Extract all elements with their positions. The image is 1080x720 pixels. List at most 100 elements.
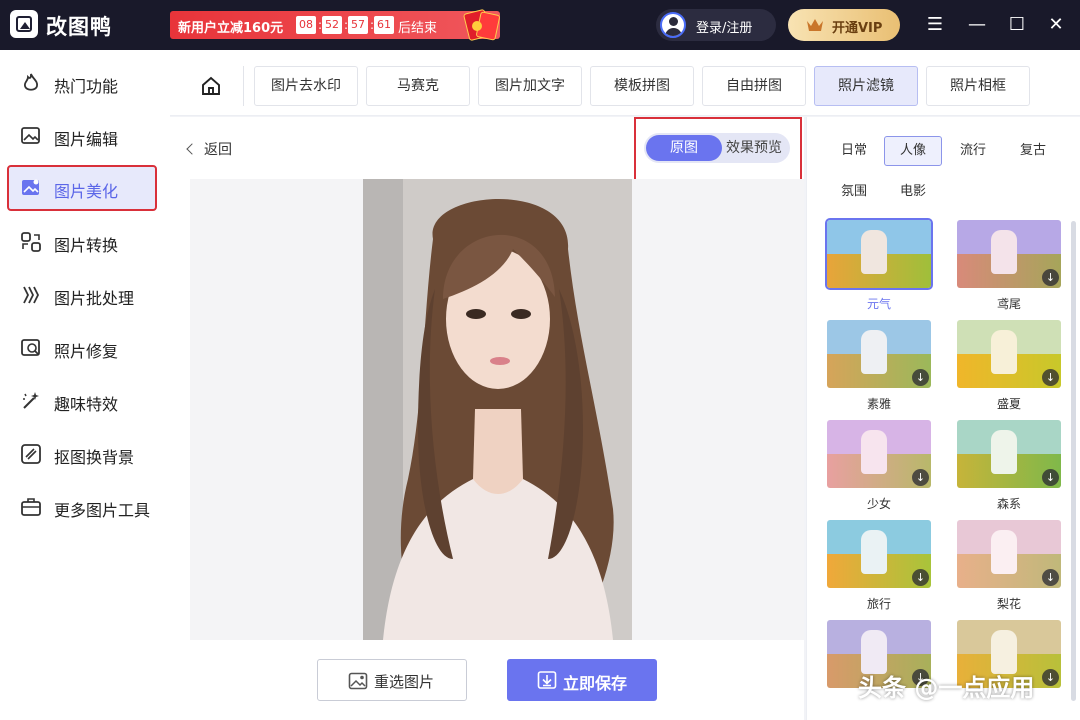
filter-category-film[interactable]: 电影	[884, 177, 942, 207]
sidebar-item-beautify[interactable]: 图片美化	[7, 165, 157, 211]
download-icon: ↓	[1042, 469, 1059, 486]
toolbox-icon	[21, 498, 41, 516]
cutout-icon	[21, 444, 41, 464]
filter-category-retro[interactable]: 复古	[1004, 136, 1062, 166]
sidebar-item-label: 照片修复	[54, 342, 119, 361]
home-button[interactable]	[186, 66, 244, 106]
filter-category-ambient[interactable]: 氛围	[825, 177, 883, 207]
red-packet-icon	[462, 7, 502, 43]
save-label: 立即保存	[563, 674, 628, 693]
image-canvas	[190, 179, 804, 640]
portrait-photo	[363, 179, 632, 640]
save-now-button[interactable]: 立即保存	[507, 659, 657, 701]
magic-wand-icon	[23, 392, 39, 409]
home-icon	[202, 76, 220, 95]
filter-thumb[interactable]: ↓	[827, 420, 931, 488]
sidebar-item-label: 更多图片工具	[54, 501, 151, 520]
sidebar-item-more[interactable]: 更多图片工具	[8, 485, 156, 529]
sidebar-item-label: 图片编辑	[54, 130, 119, 149]
reselect-image-button[interactable]: 重选图片	[317, 659, 467, 701]
filter-thumb[interactable]	[825, 218, 933, 290]
back-label: 返回	[204, 142, 232, 158]
tool-tabbar: 图片去水印 马赛克 图片加文字 模板拼图 自由拼图 照片滤镜 照片相框	[170, 50, 1080, 116]
tab-add-text[interactable]: 图片加文字	[478, 66, 582, 106]
filter-thumb[interactable]: ↓	[827, 520, 931, 588]
convert-icon	[21, 232, 41, 252]
sidebar-item-label: 图片转换	[54, 236, 119, 255]
filter-label: 元气	[866, 297, 891, 311]
toggle-original[interactable]: 原图	[646, 135, 722, 161]
filter-label: 鸢尾	[996, 297, 1021, 311]
sidebar-item-label: 抠图换背景	[54, 448, 135, 467]
photo-repair-icon	[21, 339, 40, 356]
download-icon: ↓	[912, 369, 929, 386]
back-button[interactable]: 返回	[186, 139, 232, 159]
minimize-icon[interactable]: —	[964, 12, 990, 38]
flame-icon	[23, 73, 39, 91]
tab-template-collage[interactable]: 模板拼图	[590, 66, 694, 106]
sidebar-item-convert[interactable]: 图片转换	[8, 220, 156, 264]
tab-photo-frame[interactable]: 照片相框	[926, 66, 1030, 106]
watermark-text: 头条 @一点应用	[858, 674, 1035, 702]
image-icon	[348, 672, 368, 690]
promo-end-text: 后结束	[398, 21, 438, 36]
menu-icon[interactable]: ☰	[922, 12, 948, 38]
filter-thumb[interactable]: ↓	[957, 520, 1061, 588]
crown-icon	[807, 19, 823, 31]
toggle-effect-preview[interactable]: 效果预览	[726, 137, 782, 157]
sidebar-item-label: 热门功能	[54, 77, 119, 96]
main-canvas-area: 返回 原图 效果预览 重选图片 立即保存	[170, 117, 804, 720]
tab-photo-filter[interactable]: 照片滤镜	[814, 66, 918, 106]
sidebar-item-effects[interactable]: 趣味特效	[8, 379, 156, 423]
filter-label: 梨花	[996, 597, 1021, 611]
filter-scrollbar[interactable]	[1071, 221, 1076, 701]
app-title: 改图鸭	[46, 15, 112, 39]
maximize-icon[interactable]: ☐	[1004, 12, 1030, 38]
timer-hours: 08	[296, 16, 316, 34]
download-icon: ↓	[1042, 369, 1059, 386]
download-icon: ↓	[912, 569, 929, 586]
filter-label: 森系	[996, 497, 1021, 511]
preview-toggle[interactable]: 原图 效果预览	[644, 133, 790, 163]
chevron-left-icon	[186, 143, 198, 155]
filter-label: 旅行	[866, 597, 891, 611]
filter-thumb[interactable]: ↓	[957, 320, 1061, 388]
image-edit-icon	[21, 127, 40, 144]
batch-icon	[23, 286, 40, 304]
vip-label: 开通VIP	[832, 21, 883, 36]
promo-text: 新用户立减160元	[178, 21, 284, 36]
filter-category-portrait[interactable]: 人像	[884, 136, 942, 166]
sidebar: 热门功能 图片编辑 图片美化 图片转换 图片批处理 照片修复 趣味特效 抠图换背…	[0, 50, 170, 720]
filter-thumb[interactable]: ↓	[957, 420, 1061, 488]
download-icon: ↓	[1042, 569, 1059, 586]
tab-mosaic[interactable]: 马赛克	[366, 66, 470, 106]
filter-panel: 日常 人像 流行 复古 氛围 电影 元气 ↓ 鸢尾 ↓ 素雅 ↓ 盛夏 ↓ 少女…	[806, 117, 1080, 720]
reselect-label: 重选图片	[374, 673, 435, 691]
filter-category-popular[interactable]: 流行	[944, 136, 1002, 166]
image-beautify-icon	[22, 179, 39, 195]
login-button[interactable]: 登录/注册	[656, 9, 776, 41]
filter-label: 素雅	[866, 397, 891, 411]
filter-thumb[interactable]: ↓	[957, 220, 1061, 288]
download-icon: ↓	[1042, 669, 1059, 686]
filter-thumb[interactable]: ↓	[827, 320, 931, 388]
login-label: 登录/注册	[696, 21, 753, 36]
download-icon: ↓	[1042, 269, 1059, 286]
sidebar-item-batch[interactable]: 图片批处理	[8, 273, 156, 317]
tab-remove-watermark[interactable]: 图片去水印	[254, 66, 358, 106]
tab-free-collage[interactable]: 自由拼图	[702, 66, 806, 106]
sidebar-item-cutout[interactable]: 抠图换背景	[8, 432, 156, 476]
sidebar-item-label: 图片批处理	[54, 289, 135, 308]
sidebar-item-label: 图片美化	[54, 182, 119, 201]
vip-button[interactable]: 开通VIP	[788, 9, 900, 41]
close-icon[interactable]: ✕	[1043, 12, 1069, 38]
sidebar-item-repair[interactable]: 照片修复	[8, 326, 156, 370]
filter-category-daily[interactable]: 日常	[825, 136, 883, 166]
promo-banner[interactable]: 新用户立减160元 08 : 52 : 57 : 61 后结束	[170, 8, 501, 42]
timer-minutes: 52	[322, 16, 342, 34]
filter-label: 盛夏	[996, 397, 1021, 411]
download-icon: ↓	[912, 469, 929, 486]
sidebar-item-edit[interactable]: 图片编辑	[8, 114, 156, 158]
sidebar-item-hot[interactable]: 热门功能	[8, 61, 156, 105]
sidebar-item-label: 趣味特效	[54, 395, 119, 414]
